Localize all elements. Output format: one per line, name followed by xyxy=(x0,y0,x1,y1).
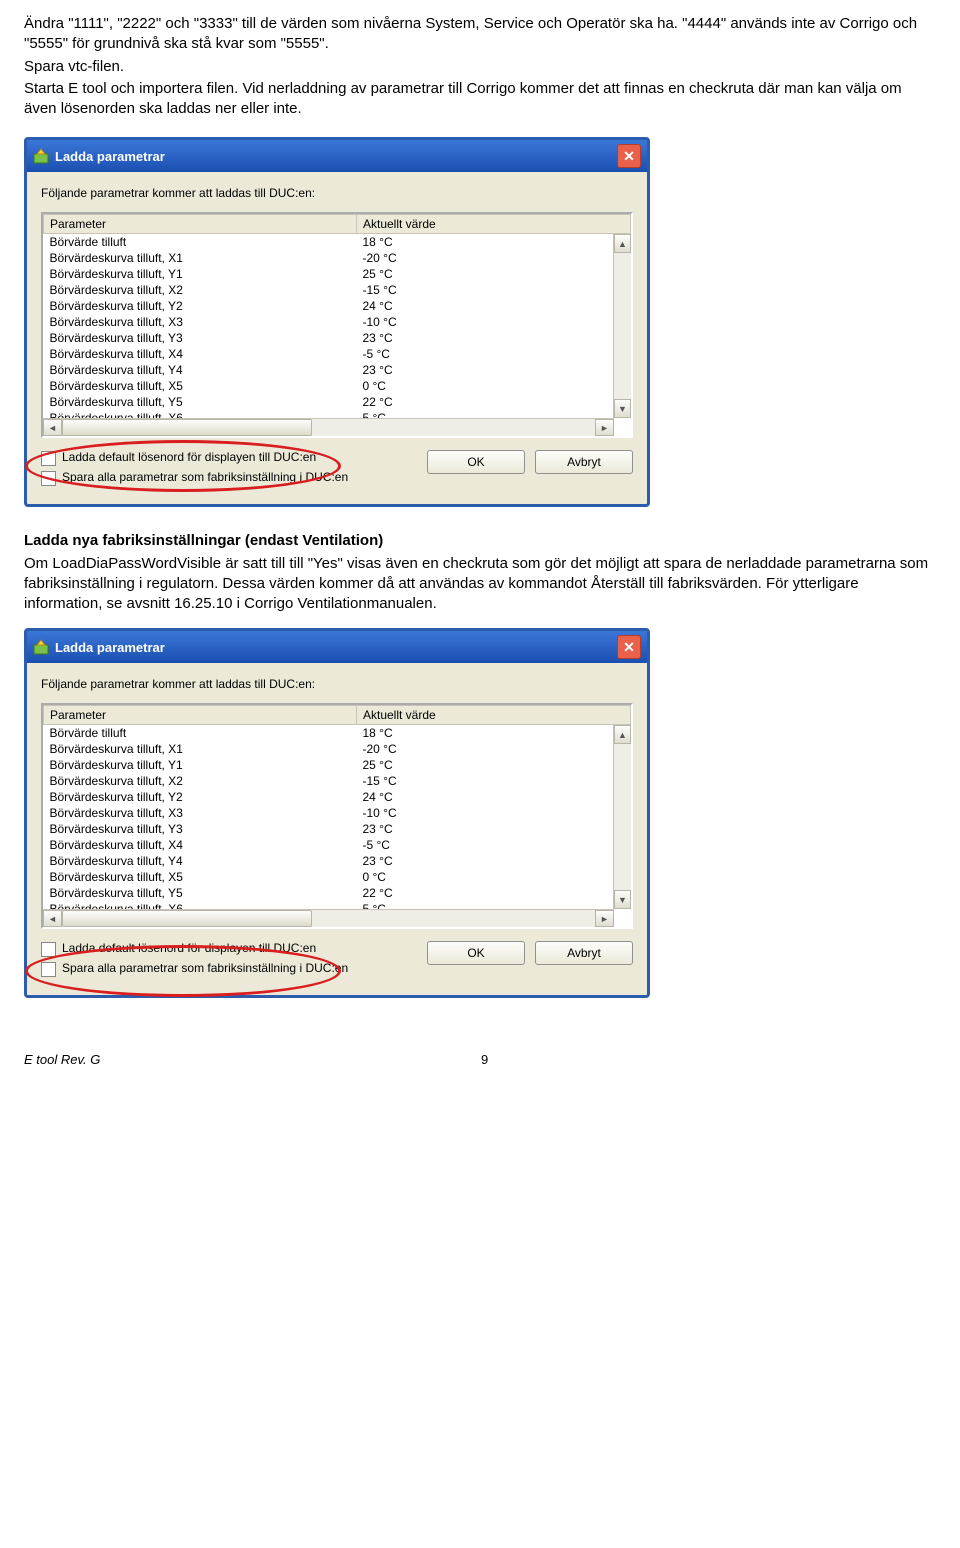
footer-left: E tool Rev. G xyxy=(24,1052,100,1067)
table-row: Börvärdeskurva tilluft, Y423 °C xyxy=(44,362,631,378)
table-row: Börvärde tilluft18 °C xyxy=(44,725,631,742)
titlebar[interactable]: Ladda parametrar ✕ xyxy=(27,631,647,663)
table-row: Börvärdeskurva tilluft, X4-5 °C xyxy=(44,837,631,853)
col-value[interactable]: Aktuellt värde xyxy=(357,706,631,725)
checkbox-save-factory[interactable]: Spara alla parametrar som fabriksinställ… xyxy=(41,961,409,977)
col-parameter[interactable]: Parameter xyxy=(44,215,357,234)
dialog-message: Följande parametrar kommer att laddas ti… xyxy=(41,677,633,691)
heading: Ladda nya fabriksinställningar (endast V… xyxy=(24,531,936,551)
checkbox-icon[interactable] xyxy=(41,962,56,977)
checkbox-label: Ladda default lösenord för displayen til… xyxy=(62,450,316,464)
cancel-button[interactable]: Avbryt xyxy=(535,450,633,474)
scroll-down-icon[interactable]: ▼ xyxy=(614,399,631,418)
ok-button[interactable]: OK xyxy=(427,450,525,474)
scroll-right-icon[interactable]: ► xyxy=(595,419,614,436)
titlebar[interactable]: Ladda parametrar ✕ xyxy=(27,140,647,172)
table-row: Börvärdeskurva tilluft, Y224 °C xyxy=(44,298,631,314)
load-parameters-dialog-2: Ladda parametrar ✕ Följande parametrar k… xyxy=(24,628,650,998)
app-icon xyxy=(33,639,49,655)
vertical-scrollbar[interactable]: ▲ ▼ xyxy=(613,234,631,418)
parameter-table: Parameter Aktuellt värde Börvärde tilluf… xyxy=(41,703,633,929)
table-row: Börvärdeskurva tilluft, Y522 °C xyxy=(44,885,631,901)
window-title: Ladda parametrar xyxy=(55,640,617,655)
checkbox-icon[interactable] xyxy=(41,471,56,486)
table-row: Börvärdeskurva tilluft, X50 °C xyxy=(44,378,631,394)
scroll-up-icon[interactable]: ▲ xyxy=(614,234,631,253)
checkbox-icon[interactable] xyxy=(41,942,56,957)
load-parameters-dialog: Ladda parametrar ✕ Följande parametrar k… xyxy=(24,137,650,507)
table-row: Börvärdeskurva tilluft, X4-5 °C xyxy=(44,346,631,362)
table-row: Börvärdeskurva tilluft, X2-15 °C xyxy=(44,773,631,789)
table-row: Börvärdeskurva tilluft, X1-20 °C xyxy=(44,250,631,266)
scroll-thumb[interactable] xyxy=(62,910,312,927)
table-row: Börvärdeskurva tilluft, Y125 °C xyxy=(44,266,631,282)
table-row: Börvärdeskurva tilluft, X1-20 °C xyxy=(44,741,631,757)
scroll-left-icon[interactable]: ◄ xyxy=(43,419,62,436)
checkbox-save-factory[interactable]: Spara alla parametrar som fabriksinställ… xyxy=(41,470,409,486)
dialog-message: Följande parametrar kommer att laddas ti… xyxy=(41,186,633,200)
table-row: Börvärdeskurva tilluft, X50 °C xyxy=(44,869,631,885)
horizontal-scrollbar[interactable]: ◄ ► xyxy=(43,909,614,927)
cancel-button[interactable]: Avbryt xyxy=(535,941,633,965)
paragraph: Ändra "1111", "2222" och "3333" till de … xyxy=(24,14,936,55)
scroll-thumb[interactable] xyxy=(62,419,312,436)
checkbox-label: Ladda default lösenord för displayen til… xyxy=(62,941,316,955)
table-row: Börvärdeskurva tilluft, Y423 °C xyxy=(44,853,631,869)
vertical-scrollbar[interactable]: ▲ ▼ xyxy=(613,725,631,909)
table-row: Börvärdeskurva tilluft, Y224 °C xyxy=(44,789,631,805)
table-row: Börvärde tilluft18 °C xyxy=(44,234,631,251)
scroll-down-icon[interactable]: ▼ xyxy=(614,890,631,909)
checkbox-icon[interactable] xyxy=(41,451,56,466)
table-row: Börvärdeskurva tilluft, Y522 °C xyxy=(44,394,631,410)
table-row: Börvärdeskurva tilluft, X2-15 °C xyxy=(44,282,631,298)
col-value[interactable]: Aktuellt värde xyxy=(357,215,631,234)
checkbox-load-password[interactable]: Ladda default lösenord för displayen til… xyxy=(41,450,409,466)
table-row: Börvärdeskurva tilluft, X3-10 °C xyxy=(44,805,631,821)
ok-button[interactable]: OK xyxy=(427,941,525,965)
table-row: Börvärdeskurva tilluft, Y125 °C xyxy=(44,757,631,773)
parameter-table: Parameter Aktuellt värde Börvärde tilluf… xyxy=(41,212,633,438)
table-row: Börvärdeskurva tilluft, Y323 °C xyxy=(44,330,631,346)
scroll-right-icon[interactable]: ► xyxy=(595,910,614,927)
scroll-up-icon[interactable]: ▲ xyxy=(614,725,631,744)
window-title: Ladda parametrar xyxy=(55,149,617,164)
checkbox-load-password[interactable]: Ladda default lösenord för displayen til… xyxy=(41,941,409,957)
page-number: 9 xyxy=(481,1052,488,1067)
paragraph: Starta E tool och importera filen. Vid n… xyxy=(24,79,936,120)
app-icon xyxy=(33,148,49,164)
paragraph: Spara vtc-filen. xyxy=(24,57,936,77)
table-row: Börvärdeskurva tilluft, X3-10 °C xyxy=(44,314,631,330)
close-icon[interactable]: ✕ xyxy=(617,635,641,659)
close-icon[interactable]: ✕ xyxy=(617,144,641,168)
paragraph: Om LoadDiaPassWordVisible är satt till t… xyxy=(24,554,936,615)
col-parameter[interactable]: Parameter xyxy=(44,706,357,725)
scroll-left-icon[interactable]: ◄ xyxy=(43,910,62,927)
horizontal-scrollbar[interactable]: ◄ ► xyxy=(43,418,614,436)
table-row: Börvärdeskurva tilluft, Y323 °C xyxy=(44,821,631,837)
checkbox-label: Spara alla parametrar som fabriksinställ… xyxy=(62,961,348,975)
checkbox-label: Spara alla parametrar som fabriksinställ… xyxy=(62,470,348,484)
